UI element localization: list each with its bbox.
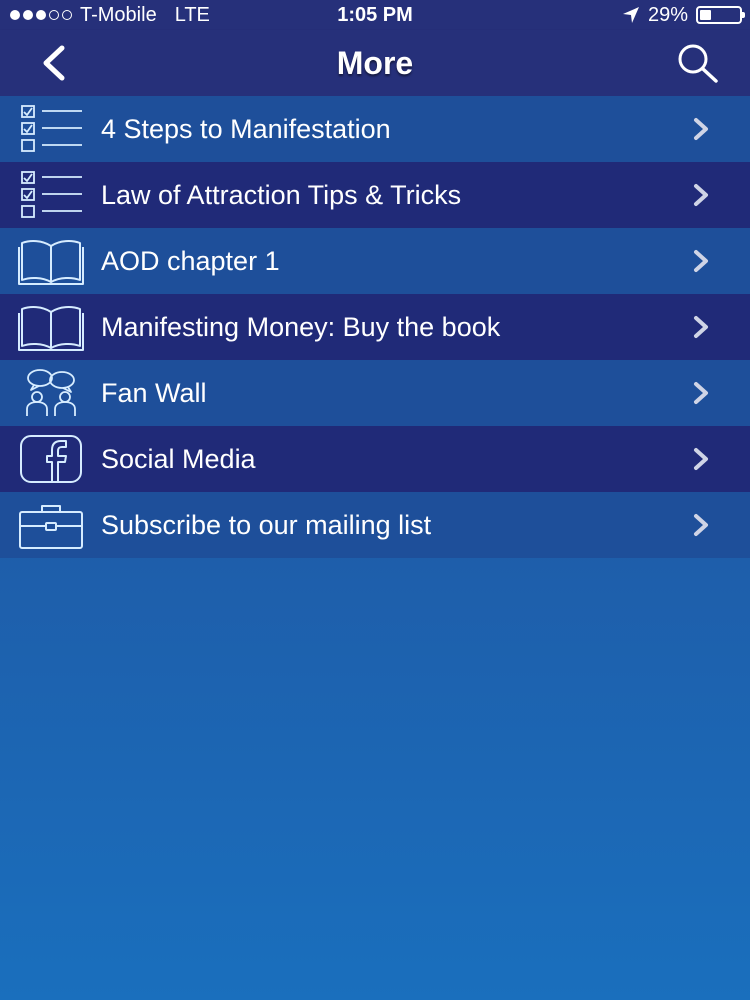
menu-item-label: Fan Wall xyxy=(101,378,207,408)
open-book-icon xyxy=(18,240,84,285)
chevron-right-icon xyxy=(694,448,708,470)
people-chat-icon xyxy=(26,369,76,416)
back-button[interactable] xyxy=(36,44,72,82)
signal-dot xyxy=(10,10,20,20)
chevron-right-icon xyxy=(694,250,708,272)
signal-dot xyxy=(62,10,72,20)
menu-item-manifesting-money[interactable]: Manifesting Money: Buy the book xyxy=(0,294,750,360)
menu-item-label: AOD chapter 1 xyxy=(101,246,280,276)
chevron-right-icon xyxy=(694,118,708,140)
battery-icon xyxy=(696,6,745,24)
menu-item-social-media[interactable]: Social Media xyxy=(0,426,750,492)
facebook-icon xyxy=(20,435,82,483)
chevron-left-icon xyxy=(43,45,65,81)
chevron-right-icon xyxy=(694,382,708,404)
menu-item-label: 4 Steps to Manifestation xyxy=(101,114,391,144)
menu-item-label: Manifesting Money: Buy the book xyxy=(101,312,501,342)
status-left: T-Mobile LTE xyxy=(10,0,210,30)
chevron-right-icon xyxy=(694,316,708,338)
menu-item-subscribe[interactable]: Subscribe to our mailing list xyxy=(0,492,750,558)
battery-fill xyxy=(700,10,711,20)
status-bar: T-Mobile LTE 1:05 PM 29% xyxy=(0,0,750,30)
briefcase-icon xyxy=(19,505,83,549)
chevron-right-icon xyxy=(694,514,708,536)
checklist-icon xyxy=(21,105,82,152)
signal-dot xyxy=(49,10,59,20)
open-book-icon xyxy=(18,306,84,351)
signal-dot xyxy=(23,10,33,20)
search-icon xyxy=(678,44,718,83)
menu-item-law-of-attraction[interactable]: Law of Attraction Tips & Tricks xyxy=(0,162,750,228)
signal-dot xyxy=(36,10,46,20)
menu-item-label: Law of Attraction Tips & Tricks xyxy=(101,180,462,210)
checklist-icon xyxy=(21,171,82,218)
menu-list: 4 Steps to Manifestation Law of Attracti… xyxy=(0,96,750,558)
battery-percent: 29% xyxy=(647,4,688,26)
menu-item-fan-wall[interactable]: Fan Wall xyxy=(0,360,750,426)
location-arrow-icon xyxy=(622,7,639,23)
menu-item-4-steps[interactable]: 4 Steps to Manifestation xyxy=(0,96,750,162)
carrier-name: T-Mobile xyxy=(80,4,157,26)
network-type: LTE xyxy=(174,4,210,26)
search-button[interactable] xyxy=(674,42,720,84)
menu-item-label: Social Media xyxy=(101,444,256,474)
chevron-right-icon xyxy=(694,184,708,206)
menu-item-label: Subscribe to our mailing list xyxy=(101,510,432,540)
nav-bar: More xyxy=(0,30,750,96)
signal-strength-icon xyxy=(10,10,72,20)
page-title: More xyxy=(336,45,414,81)
status-right: 29% xyxy=(622,0,745,30)
menu-item-aod-chapter-1[interactable]: AOD chapter 1 xyxy=(0,228,750,294)
